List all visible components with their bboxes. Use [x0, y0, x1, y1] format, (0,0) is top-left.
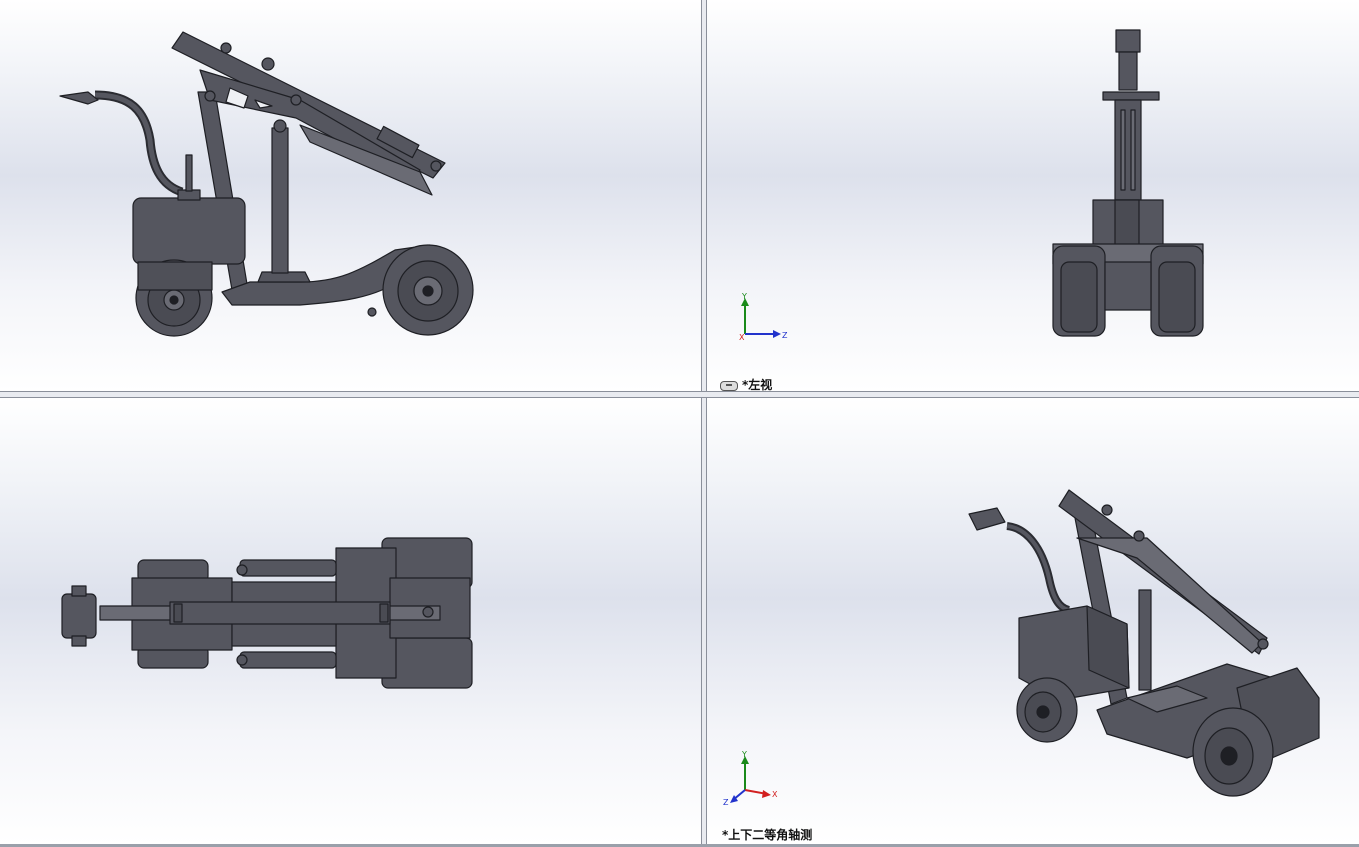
axis-z-label: Z [782, 331, 788, 340]
view-name-text: *左视 [742, 378, 773, 391]
axis-y-label: Y [741, 750, 747, 759]
axis-triad-isometric: Y X Z [723, 750, 778, 806]
model-left-view [1052, 29, 1204, 337]
axis-x-label: X [739, 333, 745, 342]
viewport-isometric[interactable]: Y X Z *上下二等角轴测 [707, 398, 1359, 844]
view-name-text: *上下二等角轴测 [722, 828, 813, 842]
model-top-view [61, 537, 473, 689]
model-front-view [59, 31, 474, 337]
viewport-front[interactable] [0, 0, 701, 391]
viewport-splitter-vertical[interactable] [701, 0, 707, 847]
axis-y-label: Y [741, 292, 747, 301]
view-name-label: *左视 [720, 376, 772, 391]
viewport-left[interactable]: Y Z X *左视 [707, 0, 1359, 391]
axis-triad-left-view: Y Z X [739, 292, 788, 342]
viewport-top[interactable] [0, 398, 701, 844]
viewport-splitter-horizontal[interactable] [0, 391, 1359, 398]
model-isometric-view [968, 489, 1320, 797]
link-view-icon[interactable] [720, 380, 738, 391]
cad-quad-viewport: Y Z X *左视 Y X Z *上下二等角轴测 [0, 0, 1359, 847]
axis-z-label: Z [723, 798, 729, 806]
axis-x-label: X [772, 790, 778, 799]
